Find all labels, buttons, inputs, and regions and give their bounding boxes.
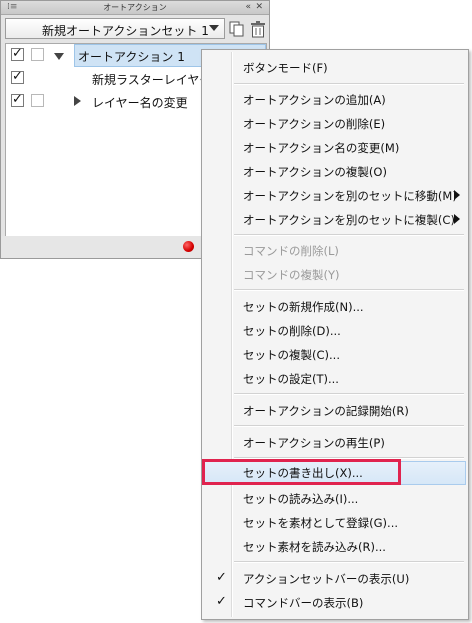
- copy-set-button[interactable]: [227, 18, 247, 39]
- menu-item-label: アクションセットバーの表示(U): [243, 572, 410, 586]
- menu-item-add-auto-action[interactable]: オートアクションの追加(A): [204, 88, 466, 110]
- close-icon[interactable]: ✕: [255, 2, 263, 13]
- menu-separator: [234, 289, 464, 291]
- menu-item-label: オートアクション名の変更(M): [243, 141, 400, 155]
- menu-separator: [234, 234, 464, 236]
- menu-item-duplicate-command: コマンドの複製(Y): [204, 263, 466, 285]
- action-label: オートアクション 1: [78, 50, 185, 64]
- menu-item-label: オートアクションの追加(A): [243, 93, 386, 107]
- check-icon: ✓: [216, 570, 227, 585]
- menu-item-delete-command: コマンドの削除(L): [204, 239, 466, 261]
- menu-item-play-auto-action[interactable]: オートアクションの再生(P): [204, 431, 466, 453]
- expand-triangle-icon[interactable]: [54, 53, 64, 60]
- menu-separator: [234, 393, 464, 395]
- delete-set-button[interactable]: [248, 18, 268, 39]
- command-label: 新規ラスターレイヤー: [92, 73, 212, 87]
- menu-item-start-recording[interactable]: オートアクションの記録開始(R): [204, 399, 466, 421]
- menu-item-label: セットの新規作成(N)...: [243, 300, 364, 314]
- auto-action-set-dropdown[interactable]: 新規オートアクションセット 1: [5, 18, 225, 39]
- command-enable-checkbox[interactable]: [11, 69, 24, 85]
- menu-item-delete-auto-action[interactable]: オートアクションの削除(E): [204, 112, 466, 134]
- menu-item-show-action-set-bar[interactable]: ✓ アクションセットバーの表示(U): [204, 567, 466, 589]
- menu-item-duplicate-to-set[interactable]: オートアクションを別のセットに複製(C): [204, 208, 466, 230]
- menu-item-label: コマンドの削除(L): [243, 244, 339, 258]
- collapse-icon[interactable]: «: [245, 2, 251, 13]
- set-dropdown-value: 新規オートアクションセット 1: [42, 24, 209, 38]
- menu-item-label: セットの複製(C)...: [243, 348, 340, 362]
- command-dialog-checkbox[interactable]: [31, 94, 44, 107]
- menu-item-label: ボタンモード(F): [243, 61, 328, 75]
- menu-item-label: オートアクションの記録開始(R): [243, 404, 409, 418]
- submenu-arrow-icon: [454, 190, 460, 200]
- menu-item-label: オートアクションを別のセットに移動(M): [243, 189, 457, 203]
- menu-item-label: オートアクションの複製(O): [243, 165, 387, 179]
- menu-item-import-set[interactable]: セットの読み込み(I)...: [204, 487, 466, 509]
- chevron-down-icon: [209, 25, 219, 31]
- menu-item-label: セットの設定(T)...: [243, 372, 339, 386]
- trash-icon: [251, 21, 265, 38]
- check-icon: ✓: [216, 594, 227, 609]
- menu-item-show-command-bar[interactable]: ✓ コマンドバーの表示(B): [204, 591, 466, 613]
- action-enable-checkbox[interactable]: [11, 46, 24, 62]
- menu-item-rename-auto-action[interactable]: オートアクション名の変更(M): [204, 136, 466, 158]
- submenu-arrow-icon: [454, 214, 460, 224]
- menu-item-label: オートアクションの削除(E): [243, 117, 386, 131]
- copy-icon: [229, 21, 244, 37]
- context-menu: ボタンモード(F) オートアクションの追加(A) オートアクションの削除(E) …: [201, 49, 469, 620]
- menu-item-delete-set[interactable]: セットの削除(D)...: [204, 319, 466, 341]
- menu-item-label: コマンドバーの表示(B): [243, 596, 364, 610]
- collapsed-triangle-icon[interactable]: [74, 96, 81, 106]
- menu-separator: [234, 83, 464, 85]
- annotation-highlight-box: [202, 459, 401, 485]
- record-button[interactable]: [183, 241, 194, 252]
- menu-item-label: セットの削除(D)...: [243, 324, 341, 338]
- menu-item-label: セットを素材として登録(G)...: [243, 516, 399, 530]
- menu-item-load-set-material[interactable]: セット素材を読み込み(R)...: [204, 535, 466, 557]
- menu-item-label: オートアクションの再生(P): [243, 436, 385, 450]
- menu-item-label: セット素材を読み込み(R)...: [243, 540, 386, 554]
- menu-item-set-settings[interactable]: セットの設定(T)...: [204, 367, 466, 389]
- command-enable-checkbox[interactable]: [11, 92, 24, 108]
- menu-separator: [234, 561, 464, 563]
- panel-titlebar[interactable]: ⁞≡ オートアクション « ✕: [1, 1, 269, 15]
- menu-item-button-mode[interactable]: ボタンモード(F): [204, 56, 466, 78]
- command-label: レイヤー名の変更: [92, 96, 188, 110]
- menu-item-duplicate-auto-action[interactable]: オートアクションの複製(O): [204, 160, 466, 182]
- menu-item-label: セットの読み込み(I)...: [243, 492, 359, 506]
- menu-item-move-to-set[interactable]: オートアクションを別のセットに移動(M): [204, 184, 466, 206]
- menu-item-duplicate-set[interactable]: セットの複製(C)...: [204, 343, 466, 365]
- panel-title: オートアクション: [103, 3, 167, 12]
- set-row: 新規オートアクションセット 1: [5, 18, 267, 40]
- menu-item-new-set[interactable]: セットの新規作成(N)...: [204, 295, 466, 317]
- menu-separator: [234, 425, 464, 427]
- menu-item-register-set-as-material[interactable]: セットを素材として登録(G)...: [204, 511, 466, 533]
- menu-item-label: コマンドの複製(Y): [243, 268, 340, 282]
- menu-item-label: オートアクションを別のセットに複製(C): [243, 213, 455, 227]
- action-dialog-checkbox[interactable]: [31, 48, 44, 61]
